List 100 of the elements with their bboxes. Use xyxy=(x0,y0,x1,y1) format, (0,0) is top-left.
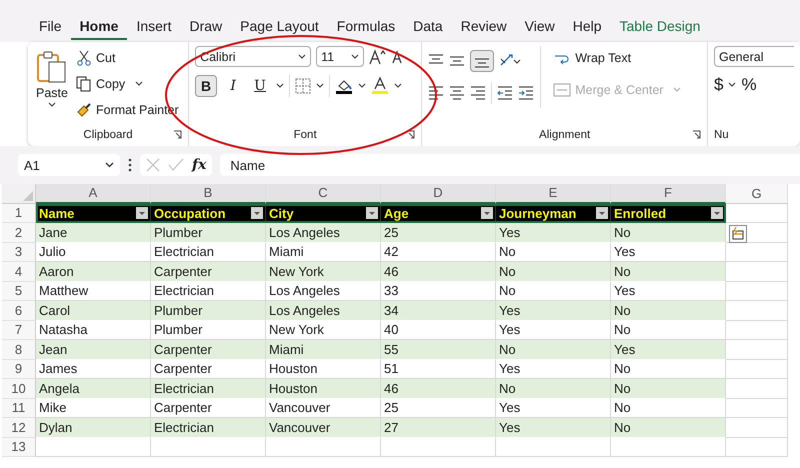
ribbon-tab[interactable]: Draw xyxy=(180,18,232,40)
copy-button[interactable]: Copy xyxy=(76,74,179,94)
dropdown-caret-icon[interactable] xyxy=(394,83,402,89)
table-cell: No xyxy=(611,262,726,282)
filter-dropdown-icon[interactable] xyxy=(481,207,493,220)
row-number[interactable]: 10 xyxy=(2,379,36,398)
dropdown-caret-icon[interactable] xyxy=(728,82,736,88)
insert-function-button[interactable]: fx xyxy=(192,157,206,173)
wrap-text-button[interactable]: Wrap Text xyxy=(553,48,682,68)
dropdown-caret-icon[interactable] xyxy=(276,83,284,89)
font-size-dropdown[interactable]: 11 xyxy=(316,46,364,67)
currency-button[interactable]: $ xyxy=(714,75,724,95)
increase-font-size-icon[interactable] xyxy=(369,48,388,64)
row-number[interactable]: 3 xyxy=(2,242,36,262)
table-cell: Los Angeles xyxy=(266,223,381,242)
column-letter[interactable]: A xyxy=(36,184,151,204)
row-number[interactable]: 9 xyxy=(2,360,36,379)
more-options-icon[interactable] xyxy=(128,158,132,172)
dropdown-caret-icon[interactable] xyxy=(358,83,366,89)
dropdown-caret-icon[interactable] xyxy=(316,83,324,89)
number-format-dropdown[interactable]: General xyxy=(714,46,794,67)
filter-dropdown-icon[interactable] xyxy=(136,207,148,220)
ribbon-tab[interactable]: Table Design xyxy=(610,18,710,40)
increase-indent-icon[interactable] xyxy=(518,86,534,100)
ribbon-tab[interactable]: Data xyxy=(404,18,452,40)
row-number[interactable]: 7 xyxy=(2,320,36,340)
cut-button[interactable]: Cut xyxy=(76,48,179,68)
name-box[interactable]: A1 xyxy=(18,154,120,176)
column-letter[interactable]: E xyxy=(496,184,611,204)
table-cell: Carol xyxy=(36,301,151,320)
quick-analysis-icon[interactable] xyxy=(729,225,747,243)
row-number[interactable]: 6 xyxy=(2,301,36,320)
group-label: Clipboard xyxy=(83,129,133,141)
table-cell: No xyxy=(496,340,611,360)
column-letter[interactable]: B xyxy=(151,184,266,204)
caret-icon xyxy=(48,102,56,108)
table-cell: Electrician xyxy=(151,379,266,398)
row-number[interactable]: 11 xyxy=(2,398,36,418)
percent-button[interactable]: % xyxy=(741,75,757,95)
ribbon-tab[interactable]: Page Layout xyxy=(231,18,328,40)
formula-input[interactable]: Name xyxy=(220,154,800,176)
row-number[interactable]: 1 xyxy=(2,204,36,223)
table-cell: Yes xyxy=(496,223,611,242)
triangle-icon xyxy=(23,190,33,200)
paste-button[interactable]: Paste xyxy=(34,46,70,112)
middle-align-icon[interactable] xyxy=(449,54,466,68)
table-cell: Miami xyxy=(266,340,381,360)
group-label: Nu xyxy=(714,129,729,141)
table-cell: 27 xyxy=(381,418,496,438)
dialog-launcher-icon[interactable] xyxy=(406,130,416,139)
italic-button[interactable]: I xyxy=(222,75,244,97)
borders-icon[interactable] xyxy=(295,78,312,94)
filter-dropdown-icon[interactable] xyxy=(596,207,608,220)
table-cell: Plumber xyxy=(151,301,266,320)
row-number[interactable]: 8 xyxy=(2,340,36,360)
row-number[interactable]: 5 xyxy=(2,282,36,301)
ribbon-tab[interactable]: Formulas xyxy=(328,18,404,40)
ribbon-tab[interactable]: Help xyxy=(564,18,611,40)
row-number[interactable]: 12 xyxy=(2,418,36,438)
table-cell: Los Angeles xyxy=(266,301,381,320)
align-right-icon[interactable] xyxy=(470,86,486,100)
table-cell: No xyxy=(611,379,726,398)
column-letter[interactable]: C xyxy=(266,184,381,204)
column-letter[interactable]: F xyxy=(611,184,726,204)
table-cell: No xyxy=(611,418,726,438)
ribbon-tab[interactable]: Insert xyxy=(127,18,180,40)
filter-dropdown-icon[interactable] xyxy=(251,207,263,220)
row-number[interactable]: 4 xyxy=(2,262,36,282)
underline-button[interactable]: U xyxy=(249,75,272,97)
font-color-icon[interactable] xyxy=(371,77,390,95)
row-number[interactable]: 13 xyxy=(2,438,36,457)
column-letter[interactable]: G xyxy=(726,184,788,204)
table-cell: Jane xyxy=(36,223,151,242)
align-center-icon[interactable] xyxy=(449,86,466,100)
table-cell: No xyxy=(611,301,726,320)
table-cell: Carpenter xyxy=(151,340,266,360)
filter-dropdown-icon[interactable] xyxy=(711,207,723,220)
ribbon-tab[interactable]: Home xyxy=(70,18,128,40)
caret-icon xyxy=(105,162,114,168)
dialog-launcher-icon[interactable] xyxy=(692,130,701,139)
caret-icon xyxy=(135,81,144,87)
table-cell: Dylan xyxy=(36,418,151,438)
filter-dropdown-icon[interactable] xyxy=(366,207,378,220)
scissors-icon xyxy=(76,50,92,66)
column-letter[interactable]: D xyxy=(381,184,496,204)
ribbon-tab[interactable]: View xyxy=(516,18,564,40)
dialog-launcher-icon[interactable] xyxy=(173,130,182,139)
copy-icon xyxy=(76,76,92,92)
ribbon-tab[interactable]: Review xyxy=(452,18,516,40)
row-number[interactable]: 2 xyxy=(2,223,36,242)
decrease-indent-icon[interactable] xyxy=(497,86,514,100)
table-cell: No xyxy=(611,223,726,242)
ribbon-tab[interactable]: File xyxy=(30,18,71,40)
align-left-icon[interactable] xyxy=(428,86,444,100)
empty-cell xyxy=(726,282,788,301)
merge-cells-icon xyxy=(553,82,572,98)
bottom-align-button[interactable] xyxy=(470,50,494,72)
table-cell: Houston xyxy=(266,379,381,398)
caret-icon xyxy=(673,87,682,93)
bold-button[interactable]: B xyxy=(195,75,218,97)
